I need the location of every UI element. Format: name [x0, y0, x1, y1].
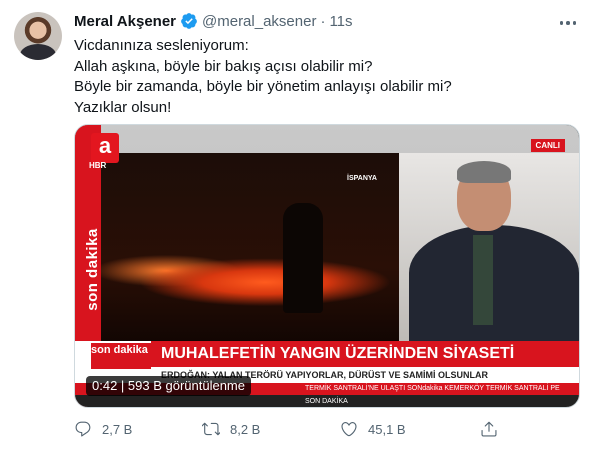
video-views-overlay: 0:42 | 593 B görüntülenme — [86, 376, 251, 396]
tweet-line: Allah aşkına, böyle bir bakış açısı olab… — [74, 57, 373, 75]
reply-button[interactable]: 2,7 B — [74, 420, 132, 438]
tweet-line: Yazıklar olsun! — [74, 98, 172, 116]
separator-dot: · — [320, 12, 326, 30]
location-tag: İSPANYA — [347, 175, 377, 182]
like-button[interactable]: 45,1 B — [340, 420, 406, 438]
reply-icon — [75, 421, 91, 437]
reply-count: 2,7 B — [102, 421, 133, 437]
channel-sub-logo: HBR — [89, 161, 107, 170]
speaker-hair — [457, 161, 511, 183]
avatar[interactable] — [14, 12, 62, 60]
side-label: son dakika — [83, 228, 101, 311]
tweet-line: Böyle bir zamanda, böyle bir yönetim anl… — [74, 78, 452, 96]
video-player[interactable]: İSPANYA CANLI son dakika a HBR son dakik… — [74, 124, 580, 408]
author-handle[interactable]: @meral_aksener — [202, 13, 316, 30]
verified-badge-icon — [181, 13, 197, 29]
like-icon — [341, 422, 357, 437]
timestamp[interactable]: 11s — [329, 13, 352, 30]
speaker-suit — [409, 225, 579, 345]
video-headline: MUHALEFETİN YANGIN ÜZERİNDEN SİYASETİ — [151, 341, 579, 367]
share-icon — [481, 421, 497, 437]
tweet-header: Meral Akşener @meral_aksener · 11s — [74, 12, 353, 30]
tweet-actions: 2,7 B 8,2 B 45,1 B — [74, 420, 574, 444]
retweet-count: 8,2 B — [230, 421, 261, 437]
firefighter-silhouette — [283, 203, 323, 313]
retweet-icon — [202, 422, 220, 436]
tweet-text: Vicdanınıza sesleniyorum: Allah aşkına, … — [74, 36, 574, 118]
live-badge: CANLI — [530, 139, 565, 152]
more-icon[interactable] — [556, 14, 580, 32]
author-name[interactable]: Meral Akşener — [74, 13, 176, 30]
tweet-line: Vicdanınıza sesleniyorum: — [74, 37, 249, 54]
share-button[interactable] — [480, 420, 498, 438]
corner-tag: son dakika — [91, 343, 151, 369]
speaker-tie — [473, 235, 493, 325]
like-count: 45,1 B — [368, 421, 406, 437]
retweet-button[interactable]: 8,2 B — [202, 420, 260, 438]
bottom-strip: SON DAKİKA — [75, 395, 579, 407]
channel-logo: a — [91, 133, 119, 163]
